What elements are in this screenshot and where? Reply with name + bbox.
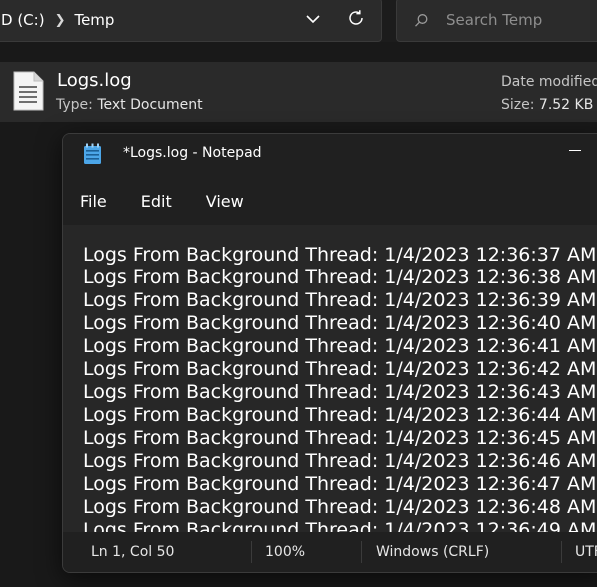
text-line: Logs From Background Thread: 1/4/2023 12…	[83, 335, 597, 357]
menu-edit[interactable]: Edit	[124, 186, 189, 217]
text-line-content: Logs From Background Thread: 1/4/2023 12…	[83, 244, 597, 266]
text-line: Logs From Background Thread: 1/4/2023 12…	[83, 243, 597, 266]
text-line: Logs From Background Thread: 1/4/2023 12…	[83, 312, 597, 334]
text-line: Logs From Background Thread: 1/4/2023 12…	[83, 381, 597, 403]
text-line: Logs From Background Thread: 1/4/2023 12…	[83, 450, 597, 472]
status-bar: Ln 1, Col 50 100% Windows (CRLF) UTF-8	[63, 532, 597, 572]
breadcrumb-drive[interactable]: D (C:)	[1, 11, 45, 29]
text-line: Logs From Background Thread: 1/4/2023 12…	[83, 266, 597, 288]
text-line: Logs From Background Thread: 1/4/2023 12…	[83, 496, 597, 518]
text-editor[interactable]: Logs From Background Thread: 1/4/2023 12…	[63, 225, 597, 532]
file-size: Size: 7.52 KB	[501, 97, 593, 113]
menu-bar: File Edit View	[63, 182, 597, 220]
text-file-icon	[13, 71, 44, 111]
text-line: Logs From Background Thread: 1/4/2023 12…	[83, 519, 597, 532]
file-list-item[interactable]: Logs.log Type: Text Document Date modifi…	[0, 62, 597, 122]
text-line: Logs From Background Thread: 1/4/2023 12…	[83, 404, 597, 426]
encoding[interactable]: UTF-8	[575, 544, 597, 560]
status-divider	[361, 541, 362, 563]
text-line: Logs From Background Thread: 1/4/2023 12…	[83, 473, 597, 495]
file-size-label: Size:	[501, 97, 535, 113]
text-line: Logs From Background Thread: 1/4/2023 12…	[83, 289, 597, 311]
breadcrumb-folder[interactable]: Temp	[74, 11, 114, 29]
file-type: Type: Text Document	[56, 97, 203, 113]
notepad-window[interactable]: *Logs.log - Notepad File Edit View Logs …	[62, 133, 597, 573]
explorer-toolbar: D (C:) ❯ Temp Search Temp	[0, 0, 597, 42]
menu-file[interactable]: File	[63, 186, 124, 217]
chevron-right-icon: ❯	[54, 12, 66, 28]
file-type-label: Type:	[56, 97, 93, 113]
status-divider	[561, 541, 562, 563]
file-date-label: Date modified	[501, 74, 597, 90]
zoom-level[interactable]: 100%	[265, 544, 305, 560]
line-ending[interactable]: Windows (CRLF)	[376, 544, 489, 560]
status-divider	[251, 541, 252, 563]
search-input[interactable]: Search Temp	[446, 11, 542, 29]
file-size-value: 7.52 KB	[538, 97, 594, 113]
window-title: *Logs.log - Notepad	[123, 145, 262, 161]
minimize-button[interactable]	[561, 138, 591, 160]
menu-view[interactable]: View	[189, 186, 261, 217]
refresh-icon[interactable]	[347, 9, 365, 27]
text-line: Logs From Background Thread: 1/4/2023 12…	[83, 358, 597, 380]
search-icon	[415, 14, 428, 27]
file-type-value: Text Document	[97, 97, 203, 113]
search-box[interactable]: Search Temp	[396, 0, 597, 42]
title-bar[interactable]: *Logs.log - Notepad	[63, 134, 597, 174]
cursor-position: Ln 1, Col 50	[91, 544, 175, 560]
chevron-down-icon[interactable]	[305, 11, 321, 27]
file-name: Logs.log	[57, 70, 132, 91]
text-line: Logs From Background Thread: 1/4/2023 12…	[83, 427, 597, 449]
address-bar[interactable]: D (C:) ❯ Temp	[0, 0, 382, 42]
editor-content[interactable]: Logs From Background Thread: 1/4/2023 12…	[83, 243, 597, 532]
notepad-icon	[84, 143, 101, 164]
